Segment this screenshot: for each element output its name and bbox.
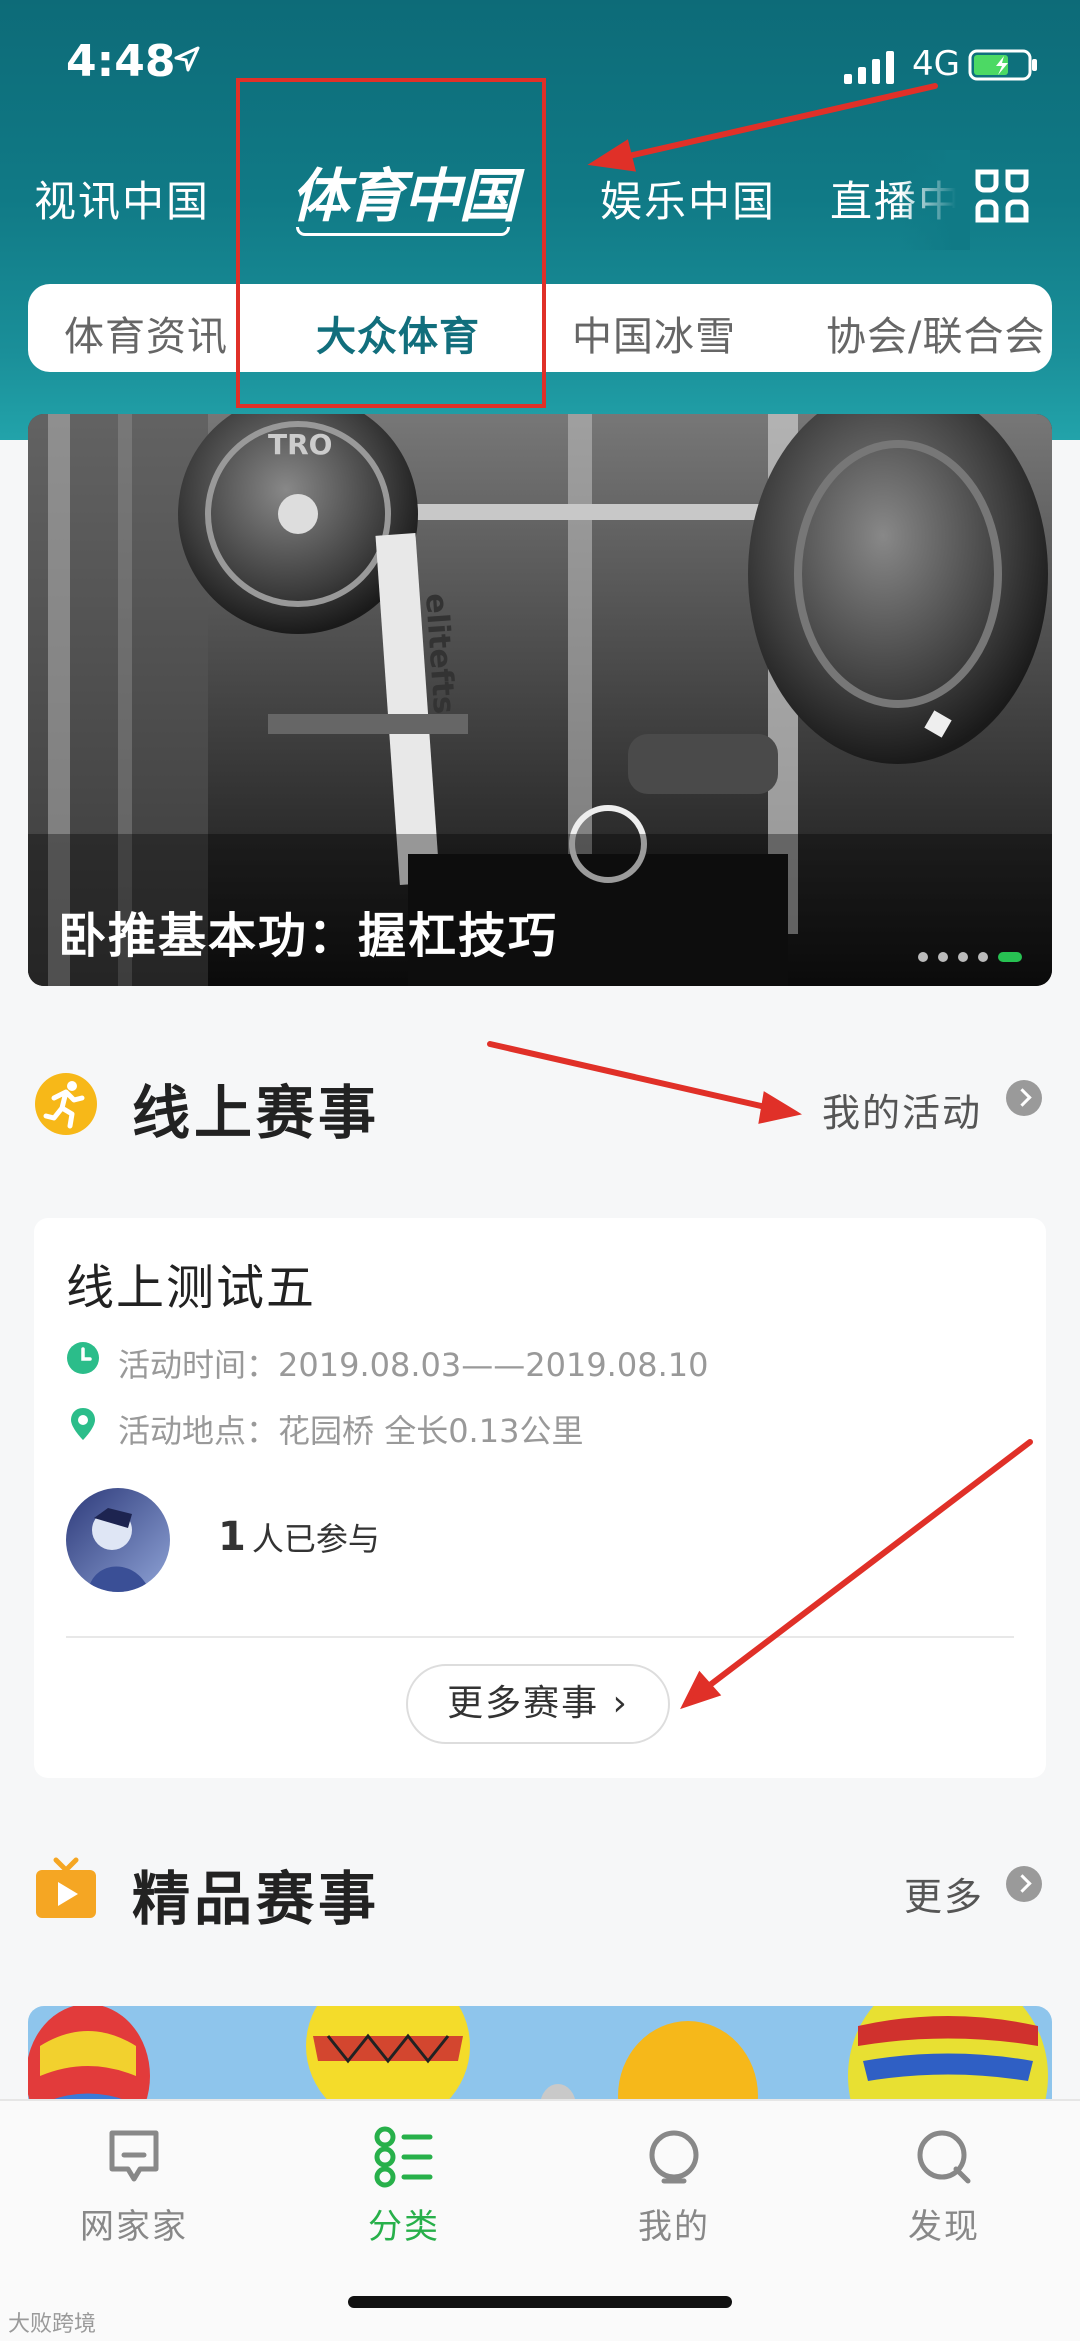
participant-avatar[interactable] [66,1488,170,1592]
subtab-china-ice-snow[interactable]: 中国冰雪 [572,304,736,362]
tab-home[interactable]: 网家家 [34,2125,234,2265]
grid-menu-icon[interactable] [972,166,1032,226]
banner-caption: 卧推基本功：握杠技巧 [58,908,559,964]
chevron-right-icon[interactable] [1006,1866,1042,1902]
event-time: 活动时间：2019.08.03——2019.08.10 [118,1346,709,1384]
top-nav-item-entertainment[interactable]: 娱乐中国 [600,168,776,229]
clock-icon [67,1342,99,1374]
tab-label: 分类 [368,2207,440,2247]
tab-label: 网家家 [80,2207,188,2247]
tv-icon [36,1857,96,1918]
tab-category[interactable]: 分类 [304,2125,504,2265]
location-pin-icon [71,1408,95,1440]
carousel-dot [958,952,968,962]
tab-discover[interactable]: 发现 [844,2125,1044,2265]
chevron-right-icon[interactable] [1006,1080,1042,1116]
running-person-icon [35,1073,97,1135]
chat-icon [109,2130,159,2182]
tab-label: 发现 [908,2207,980,2247]
carousel-dot [938,952,948,962]
my-activities-link[interactable]: 我的活动 [822,1082,982,1137]
nav-fade [900,150,970,250]
network-type: 4G [912,44,960,84]
watermark: 大败跨境 [8,2312,97,2337]
signal-icon [844,51,894,84]
tab-label: 我的 [638,2207,710,2247]
subtab-sports-news[interactable]: 体育资讯 [64,304,228,362]
participant-count: 1 人已参与 [218,1514,380,1560]
section-title-featured-events: 精品赛事 [132,1865,381,1933]
more-events-button[interactable]: 更多赛事 › [406,1664,670,1744]
carousel-dot [918,952,928,962]
svg-text:TRO: TRO [268,428,332,461]
event-location: 活动地点：花园桥 全长0.13公里 [118,1412,584,1450]
top-nav-item-video[interactable]: 视讯中国 [34,168,210,229]
event-card[interactable]: 线上测试五 活动时间：2019.08.03——2019.08.10 活动地点：花… [34,1218,1046,1778]
chevron-right-icon: › [599,1683,629,1724]
annotation-box [236,78,546,408]
carousel-dot-active [998,952,1022,962]
location-arrow-icon [174,46,200,72]
card-divider [66,1636,1014,1638]
category-icon [374,2126,433,2188]
subtab-associations[interactable]: 协会/联合会 [826,304,1045,362]
carousel-indicator [918,952,1022,962]
more-featured-link[interactable]: 更多 [904,1866,984,1921]
status-time: 4:48 [66,36,176,87]
section-title-online-events: 线上赛事 [132,1079,381,1147]
home-indicator [348,2296,732,2308]
hero-banner[interactable]: TRO elitefts 卧推基本功：握杠技巧 [28,414,1052,986]
discover-icon [917,2130,971,2184]
carousel-dot [978,952,988,962]
event-title: 线上测试五 [66,1260,317,1316]
tab-mine[interactable]: 我的 [574,2125,774,2265]
battery-icon [968,49,1037,81]
profile-icon [649,2130,699,2184]
